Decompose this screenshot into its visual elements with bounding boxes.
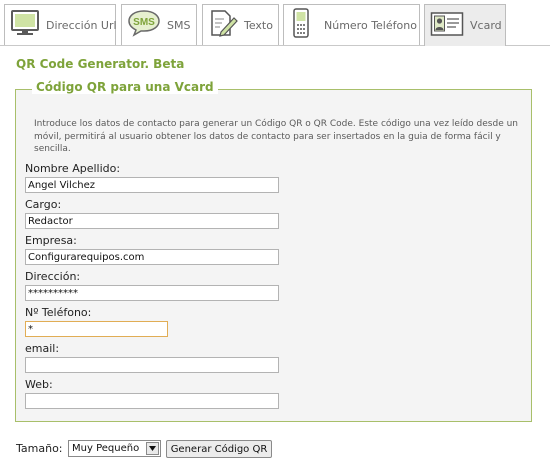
company-label: Empresa: bbox=[25, 234, 77, 247]
web-label: Web: bbox=[25, 378, 53, 391]
generate-qr-button[interactable]: Generar Código QR bbox=[166, 440, 272, 458]
position-label: Cargo: bbox=[25, 198, 62, 211]
name-label: Nombre Apellido: bbox=[25, 162, 121, 175]
tab-numero-telefono[interactable]: Número Teléfono bbox=[283, 4, 420, 45]
tab-label: Texto bbox=[244, 18, 273, 32]
name-input[interactable] bbox=[25, 177, 279, 193]
size-select-value: Muy Pequeño bbox=[72, 443, 140, 454]
company-input[interactable] bbox=[25, 249, 279, 265]
pencil-document-icon bbox=[208, 8, 238, 42]
sms-icon-text: SMS bbox=[133, 17, 155, 28]
tab-label: Número Teléfono bbox=[324, 18, 417, 32]
page-title: QR Code Generator. Beta bbox=[16, 57, 185, 71]
tab-texto[interactable]: Texto bbox=[202, 4, 279, 45]
tab-label: Vcard bbox=[470, 19, 502, 32]
chevron-down-icon[interactable] bbox=[146, 442, 159, 455]
size-select[interactable]: Muy Pequeño bbox=[68, 440, 161, 457]
fieldset-legend: Código QR para una Vcard bbox=[32, 80, 218, 94]
phone-label: Nº Teléfono: bbox=[25, 306, 92, 319]
tab-label: SMS bbox=[167, 18, 191, 32]
sms-bubble-icon: SMS bbox=[127, 9, 161, 41]
address-input[interactable] bbox=[25, 285, 279, 301]
tab-sms[interactable]: SMS SMS bbox=[121, 4, 197, 45]
phone-input[interactable] bbox=[25, 321, 168, 337]
tab-label: Dirección Url bbox=[46, 18, 117, 32]
web-input[interactable] bbox=[25, 393, 279, 409]
intro-text: Introduce los datos de contacto para gen… bbox=[34, 119, 518, 155]
monitor-icon bbox=[10, 9, 40, 41]
email-input[interactable] bbox=[25, 357, 279, 373]
address-label: Dirección: bbox=[25, 270, 81, 283]
size-label: Tamaño: bbox=[16, 442, 63, 455]
tab-vcard[interactable]: Vcard bbox=[424, 4, 506, 46]
tab-bar: Dirección Url SMS SMS Texto Número Teléf… bbox=[0, 0, 550, 46]
email-label: email: bbox=[25, 342, 60, 355]
contact-card-icon bbox=[430, 11, 464, 41]
position-input[interactable] bbox=[25, 213, 279, 229]
mobile-phone-icon bbox=[292, 8, 310, 42]
tab-direccion-url[interactable]: Dirección Url bbox=[4, 4, 117, 45]
